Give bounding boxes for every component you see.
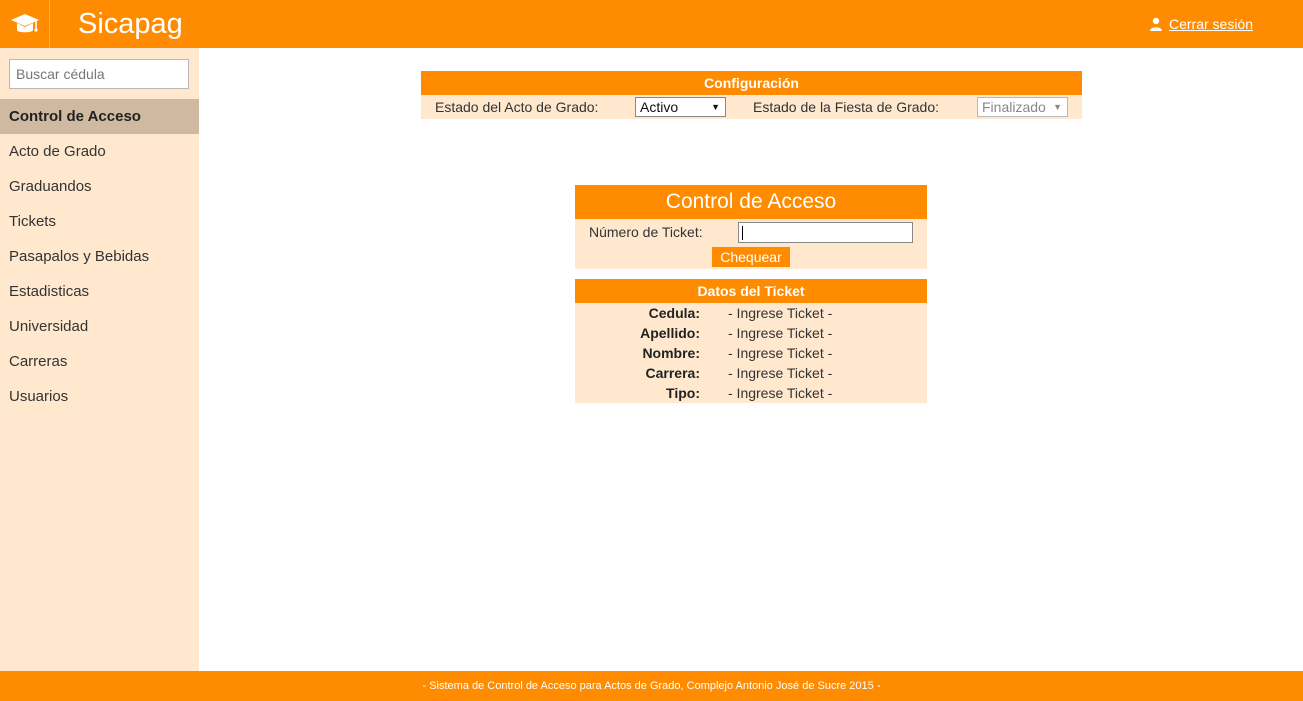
footer: - Sistema de Control de Acceso para Acto… (0, 671, 1303, 701)
nombre-label: Nombre: (642, 345, 700, 361)
acto-grado-select[interactable]: Activo ▼ (635, 97, 726, 117)
ticket-data-title: Datos del Ticket (575, 279, 927, 303)
search-input[interactable] (9, 59, 189, 89)
tipo-label: Tipo: (666, 385, 700, 401)
nombre-value: - Ingrese Ticket - (728, 345, 833, 361)
carrera-value: - Ingrese Ticket - (728, 365, 833, 381)
sidebar-item-acto-grado[interactable]: Acto de Grado (0, 134, 199, 169)
access-control-title: Control de Acceso (575, 185, 927, 219)
sidebar-nav: Control de Acceso Acto de Grado Graduand… (0, 99, 199, 414)
apellido-value: - Ingrese Ticket - (728, 325, 833, 341)
sidebar-item-usuarios[interactable]: Usuarios (0, 379, 199, 414)
sidebar: Control de Acceso Acto de Grado Graduand… (0, 48, 199, 671)
sidebar-item-universidad[interactable]: Universidad (0, 309, 199, 344)
app-title[interactable]: Sicapag (78, 6, 183, 42)
carrera-label: Carrera: (645, 365, 700, 381)
dropdown-arrow-icon: ▼ (711, 102, 720, 112)
ticket-data-row: Cedula: - Ingrese Ticket - (575, 303, 927, 323)
config-title: Configuración (421, 71, 1082, 95)
config-panel: Configuración Estado del Acto de Grado: … (421, 71, 1082, 119)
ticket-data-row: Nombre: - Ingrese Ticket - (575, 343, 927, 363)
ticket-data-row: Apellido: - Ingrese Ticket - (575, 323, 927, 343)
sidebar-item-control-acceso[interactable]: Control de Acceso (0, 99, 199, 134)
logout-link[interactable]: Cerrar sesión (1149, 16, 1253, 32)
sidebar-item-graduandos[interactable]: Graduandos (0, 169, 199, 204)
ticket-number-input[interactable] (738, 222, 913, 243)
sidebar-item-carreras[interactable]: Carreras (0, 344, 199, 379)
logout-label[interactable]: Cerrar sesión (1169, 16, 1253, 32)
ticket-data-row: Tipo: - Ingrese Ticket - (575, 383, 927, 403)
user-icon (1149, 17, 1162, 31)
cedula-label: Cedula: (648, 305, 700, 321)
ticket-data-row: Carrera: - Ingrese Ticket - (575, 363, 927, 383)
access-control-panel: Control de Acceso Número de Ticket: Cheq… (575, 185, 927, 269)
text-caret (742, 226, 743, 240)
acto-grado-value: Activo (640, 99, 679, 115)
logo[interactable] (0, 0, 50, 48)
sidebar-item-pasapalos[interactable]: Pasapalos y Bebidas (0, 239, 199, 274)
tipo-value: - Ingrese Ticket - (728, 385, 833, 401)
fiesta-grado-label: Estado de la Fiesta de Grado: (753, 99, 939, 115)
dropdown-arrow-icon: ▼ (1053, 102, 1062, 112)
ticket-number-label: Número de Ticket: (589, 224, 703, 240)
sidebar-item-tickets[interactable]: Tickets (0, 204, 199, 239)
ticket-data-panel: Datos del Ticket Cedula: - Ingrese Ticke… (575, 279, 927, 403)
cedula-value: - Ingrese Ticket - (728, 305, 833, 321)
check-button[interactable]: Chequear (712, 247, 790, 267)
acto-grado-label: Estado del Acto de Grado: (435, 99, 599, 115)
apellido-label: Apellido: (640, 325, 700, 341)
sidebar-item-estadisticas[interactable]: Estadisticas (0, 274, 199, 309)
top-header: Sicapag Cerrar sesión (0, 0, 1303, 48)
fiesta-grado-select[interactable]: Finalizado ▼ (977, 97, 1068, 117)
config-row: Estado del Acto de Grado: Activo ▼ Estad… (421, 95, 1082, 119)
fiesta-grado-value: Finalizado (982, 99, 1046, 115)
graduation-cap-icon (10, 14, 39, 33)
